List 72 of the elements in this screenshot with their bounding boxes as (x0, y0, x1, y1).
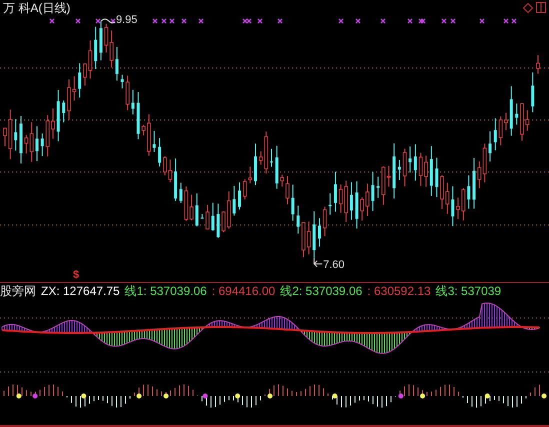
candlestick (115, 46, 118, 82)
signal-mark: $ (73, 269, 80, 281)
candlestick (515, 103, 518, 126)
candlestick (371, 171, 374, 212)
candlestick (467, 174, 470, 210)
indicator-reading: : 694416.00 (212, 284, 276, 298)
candlestick (40, 132, 44, 157)
candlestick (206, 204, 210, 230)
candlestick (136, 92, 140, 140)
candlestick (435, 157, 438, 198)
candlestick (94, 26, 98, 70)
candlestick (56, 90, 60, 142)
candlestick (408, 146, 412, 174)
candlestick (179, 182, 182, 204)
candlestick (20, 115, 22, 164)
candlestick (312, 210, 316, 258)
diamond-icon[interactable] (523, 2, 533, 12)
candlestick (414, 144, 417, 182)
indicator-name: 股旁网 (0, 284, 36, 298)
candlestick (494, 118, 497, 151)
candlestick (318, 218, 321, 248)
candlestick (488, 130, 492, 162)
candlestick (392, 142, 396, 200)
candlestick (120, 74, 124, 89)
candlestick (510, 86, 513, 136)
candlestick (398, 159, 401, 181)
candlestick (296, 205, 300, 234)
candlestick (291, 184, 294, 222)
candlestick (126, 75, 130, 111)
indicator-reading: 线3: 537039 (436, 284, 502, 298)
leader-line (100, 18, 116, 24)
candlestick (174, 158, 178, 202)
candlestick (531, 72, 534, 113)
candlestick (62, 100, 66, 123)
candlestick (211, 202, 214, 232)
candlestick (131, 89, 134, 115)
chart-title: 万 科A(日线) (3, 1, 70, 15)
candlestick (536, 54, 540, 74)
leader-line (313, 257, 323, 268)
candlestick (451, 186, 454, 227)
candlestick (322, 206, 327, 237)
candlestick (328, 192, 332, 216)
low-price-label: 7.60 (323, 258, 345, 271)
candlestick (14, 118, 18, 152)
candlestick (158, 138, 162, 167)
split-panel-icon[interactable] (536, 2, 546, 13)
candlestick (147, 114, 151, 156)
indicator-reading: 线2: 537039.06 (280, 284, 362, 298)
candlestick (78, 62, 82, 98)
candlestick (360, 196, 364, 222)
candlestick (430, 146, 433, 196)
candlestick (334, 171, 337, 212)
candlestick (195, 192, 198, 227)
candlestick (376, 176, 380, 198)
candlestick (200, 214, 204, 220)
candlestick (232, 185, 236, 216)
candlestick (99, 20, 102, 61)
indicator-reading: 线1: 537039.06 (124, 284, 207, 298)
high-price-label: 9.95 (116, 14, 138, 26)
candlestick (270, 148, 273, 168)
candlestick (142, 124, 146, 136)
indicator-reading: ZX: 127647.75 (41, 284, 120, 298)
candlestick (275, 145, 278, 190)
candlestick (152, 130, 156, 152)
candlestick (254, 143, 257, 186)
candlestick (446, 182, 450, 214)
candlestick (216, 203, 220, 238)
indicator-reading: : 630592.13 (367, 284, 431, 298)
candlestick (402, 148, 407, 187)
candlestick (355, 180, 358, 229)
candlestick (440, 174, 444, 210)
candlestick (366, 183, 370, 217)
